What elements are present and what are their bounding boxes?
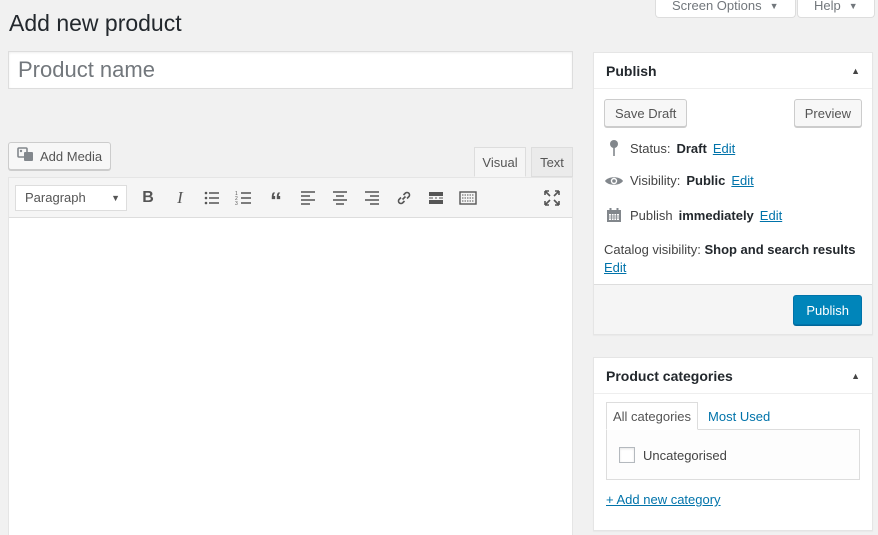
blockquote-button[interactable]: “ [260, 183, 292, 213]
publish-date-label: Publish [630, 207, 673, 223]
list-item[interactable]: Uncategorised [619, 447, 727, 463]
blockquote-icon: “ [270, 187, 282, 215]
insert-link-button[interactable] [388, 183, 420, 213]
toolbar-toggle-icon [459, 190, 477, 205]
numbered-list-button[interactable]: 123 [228, 183, 260, 213]
edit-catalog-visibility-link[interactable]: Edit [604, 260, 626, 275]
editor-content-area[interactable] [9, 218, 572, 535]
uncategorised-checkbox[interactable] [619, 447, 635, 463]
collapse-arrow-icon[interactable]: ▲ [851, 66, 860, 76]
link-icon [397, 191, 411, 204]
svg-text:3: 3 [235, 201, 238, 207]
category-label: Uncategorised [643, 447, 727, 463]
collapse-arrow-icon[interactable]: ▲ [851, 371, 860, 381]
publish-box-title: Publish [606, 62, 657, 79]
format-select-value: Paragraph [25, 190, 86, 205]
status-label: Status: [630, 140, 671, 156]
bold-button[interactable]: B [132, 183, 164, 213]
add-media-label: Add Media [40, 148, 103, 164]
content-editor: Paragraph ▼ B I 123 “ [8, 177, 573, 535]
align-center-button[interactable] [324, 183, 356, 213]
editor-toolbar: Paragraph ▼ B I 123 “ [9, 178, 572, 218]
status-row: Status: Draft Edit [604, 139, 735, 157]
add-new-category-link[interactable]: + Add new category [606, 492, 721, 507]
publish-date-row: Publish immediately Edit [604, 207, 782, 223]
italic-button[interactable]: I [164, 183, 196, 213]
media-icon [17, 146, 35, 167]
italic-icon: I [177, 187, 183, 207]
catalog-visibility-row: Catalog visibility: Shop and search resu… [604, 241, 864, 277]
publish-actions: Publish [594, 284, 872, 334]
add-media-button[interactable]: Add Media [8, 142, 112, 170]
edit-visibility-link[interactable]: Edit [731, 173, 753, 188]
read-more-button[interactable] [420, 183, 452, 213]
screen-options-label: Screen Options [672, 0, 762, 13]
help-label: Help [814, 0, 841, 13]
status-value: Draft [676, 140, 707, 156]
catalog-visibility-value: Shop and search results [704, 242, 856, 257]
caret-down-icon: ▼ [769, 0, 779, 11]
eye-icon [604, 174, 624, 188]
tab-visual[interactable]: Visual [474, 147, 526, 177]
visibility-value: Public [686, 173, 726, 188]
align-right-icon [365, 190, 379, 205]
fullscreen-button[interactable] [536, 183, 568, 213]
pin-icon [604, 139, 624, 157]
format-select[interactable]: Paragraph ▼ [15, 184, 127, 211]
publish-box-header[interactable]: Publish ▲ [594, 53, 872, 89]
product-categories-box: Product categories ▲ All categories Most… [593, 357, 873, 531]
edit-publish-date-link[interactable]: Edit [760, 208, 782, 223]
product-name-field[interactable] [8, 51, 573, 89]
publish-date-value: immediately [678, 207, 754, 223]
preview-button[interactable]: Preview [793, 99, 862, 127]
visibility-row: Visibility: Public Edit [604, 173, 754, 188]
page-title: Add new product [9, 10, 182, 36]
save-draft-button[interactable]: Save Draft [604, 99, 688, 127]
toolbar-toggle-button[interactable] [452, 183, 484, 213]
category-tabs: All categories Most Used [606, 402, 776, 430]
category-list: Uncategorised [606, 429, 860, 480]
align-center-icon [333, 190, 347, 205]
publish-button[interactable]: Publish [793, 295, 862, 325]
align-right-button[interactable] [356, 183, 388, 213]
catalog-visibility-label: Catalog visibility: [604, 242, 701, 257]
edit-status-link[interactable]: Edit [713, 141, 735, 156]
tab-text[interactable]: Text [531, 147, 573, 177]
chevron-down-icon: ▼ [111, 192, 120, 203]
align-left-button[interactable] [292, 183, 324, 213]
categories-box-header[interactable]: Product categories ▲ [594, 358, 872, 394]
categories-box-title: Product categories [606, 367, 733, 384]
align-left-icon [301, 190, 315, 205]
screen-options-button[interactable]: Screen Options ▼ [655, 0, 796, 18]
publish-box: Publish ▲ Save Draft Preview Status: Dra… [593, 52, 873, 335]
caret-down-icon: ▼ [848, 0, 858, 11]
tab-most-used[interactable]: Most Used [698, 402, 776, 430]
numbered-list-icon: 123 [235, 191, 251, 207]
calendar-icon [604, 207, 624, 223]
read-more-icon [429, 191, 443, 204]
product-name-input[interactable] [9, 52, 572, 88]
bold-icon: B [142, 188, 154, 206]
tab-all-categories[interactable]: All categories [606, 402, 699, 430]
fullscreen-icon [544, 189, 560, 206]
bulleted-list-icon [204, 191, 219, 204]
help-button[interactable]: Help ▼ [797, 0, 875, 18]
bulleted-list-button[interactable] [196, 183, 228, 213]
visibility-label: Visibility: [630, 173, 681, 188]
